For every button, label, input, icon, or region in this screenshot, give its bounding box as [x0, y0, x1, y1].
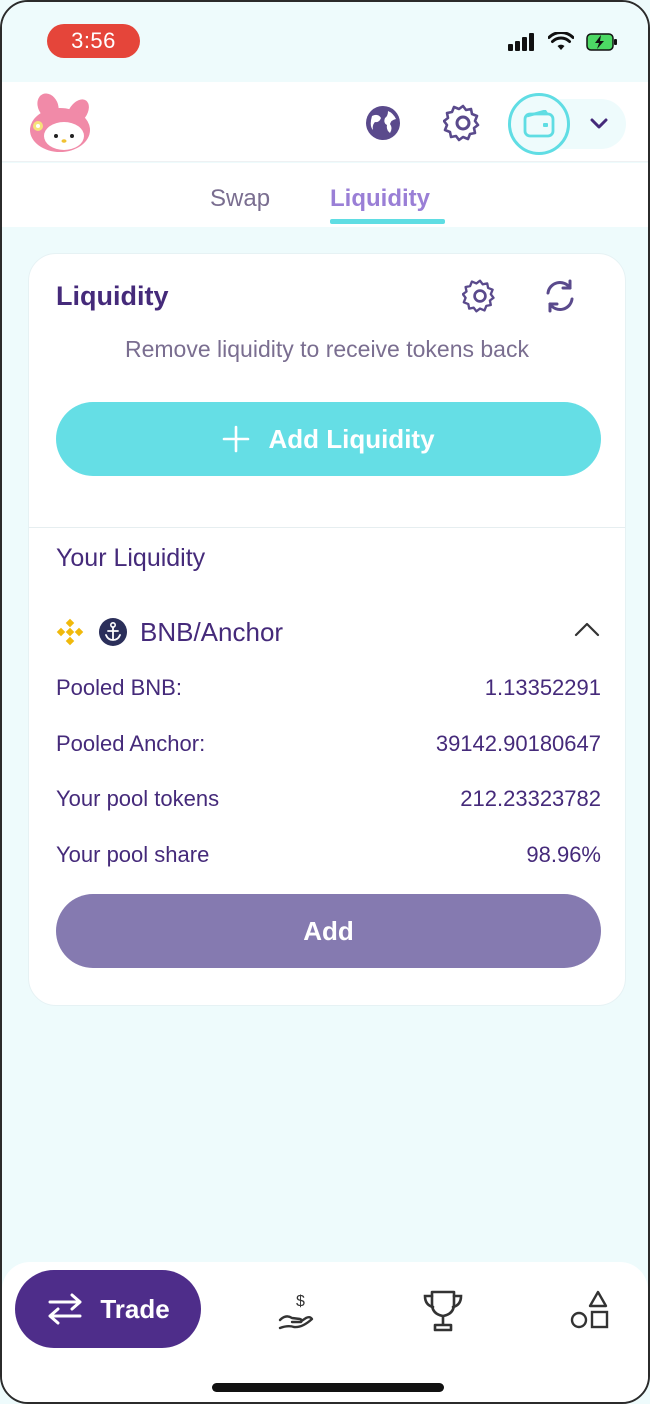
card-subtitle: Remove liquidity to receive tokens back: [125, 336, 529, 362]
chevron-up-icon[interactable]: [573, 620, 601, 640]
trade-icon: [48, 1293, 82, 1325]
home-indicator[interactable]: [212, 1383, 444, 1392]
app-header: [2, 82, 648, 162]
wallet-menu[interactable]: [508, 93, 626, 155]
gear-icon: [443, 104, 480, 142]
pool-share-value: 98.96%: [526, 842, 601, 867]
liquidity-card: Liquidity Remove liquidity to receive to…: [28, 253, 626, 1006]
refresh-button[interactable]: [541, 277, 579, 315]
nav-trade[interactable]: Trade: [15, 1270, 201, 1348]
tab-swap[interactable]: Swap: [210, 185, 270, 213]
pooled-anchor-value: 39142.90180647: [435, 731, 601, 756]
wallet-icon: [523, 110, 555, 138]
add-liquidity-label: Add Liquidity: [268, 423, 435, 454]
pooled-bnb-label: Pooled BNB:: [56, 675, 182, 700]
pooled-bnb-row: Pooled BNB: 1.13352291: [56, 675, 601, 701]
pair-name: BNB/Anchor: [140, 617, 284, 647]
earn-icon[interactable]: $: [276, 1290, 320, 1334]
tab-liquidity[interactable]: Liquidity: [330, 185, 430, 213]
anchor-icon: [99, 618, 127, 646]
status-time: 3:56: [47, 24, 140, 58]
bottom-nav: Trade $: [2, 1262, 648, 1402]
liquidity-pair-row[interactable]: BNB/Anchor: [56, 612, 601, 652]
nav-trade-label: Trade: [100, 1293, 170, 1324]
card-settings-button[interactable]: [461, 277, 499, 315]
gear-icon: [462, 279, 495, 313]
active-tab-indicator: [330, 219, 445, 224]
card-title: Liquidity: [56, 281, 169, 311]
pool-tokens-row: Your pool tokens 212.23323782: [56, 786, 601, 812]
refresh-icon: [546, 279, 574, 313]
language-button[interactable]: [362, 102, 404, 144]
globe-icon: [366, 106, 400, 140]
bnb-icon: [56, 618, 84, 646]
status-icons: [508, 32, 618, 52]
trade-tabs: Swap Liquidity: [2, 163, 648, 227]
pool-share-row: Your pool share 98.96%: [56, 842, 601, 868]
plus-icon: [223, 425, 250, 453]
svg-text:$: $: [296, 1293, 305, 1310]
trophy-icon[interactable]: [421, 1288, 465, 1336]
chevron-down-icon[interactable]: [588, 113, 610, 135]
pool-tokens-label: Your pool tokens: [56, 786, 220, 811]
wifi-icon: [548, 32, 574, 50]
signal-icon: [508, 33, 534, 51]
status-bar: 3:56: [2, 2, 648, 82]
your-liquidity-heading: Your Liquidity: [56, 544, 206, 572]
wallet-button[interactable]: [508, 93, 570, 155]
phone-screen: 3:56 Swap Liquidity Liquidity Remove liq…: [0, 0, 650, 1404]
settings-button[interactable]: [441, 101, 485, 145]
shapes-icon[interactable]: [568, 1288, 612, 1334]
pool-share-label: Your pool share: [56, 842, 210, 867]
pooled-anchor-row: Pooled Anchor: 39142.90180647: [56, 731, 601, 757]
battery-charging-icon: [586, 33, 617, 51]
add-liquidity-button[interactable]: Add Liquidity: [56, 402, 601, 476]
add-button[interactable]: Add: [56, 894, 601, 968]
card-divider: [29, 527, 625, 528]
pooled-anchor-label: Pooled Anchor:: [56, 731, 206, 756]
melody-logo[interactable]: [26, 92, 96, 154]
pooled-bnb-value: 1.13352291: [484, 675, 601, 700]
pool-tokens-value: 212.23323782: [460, 786, 601, 811]
